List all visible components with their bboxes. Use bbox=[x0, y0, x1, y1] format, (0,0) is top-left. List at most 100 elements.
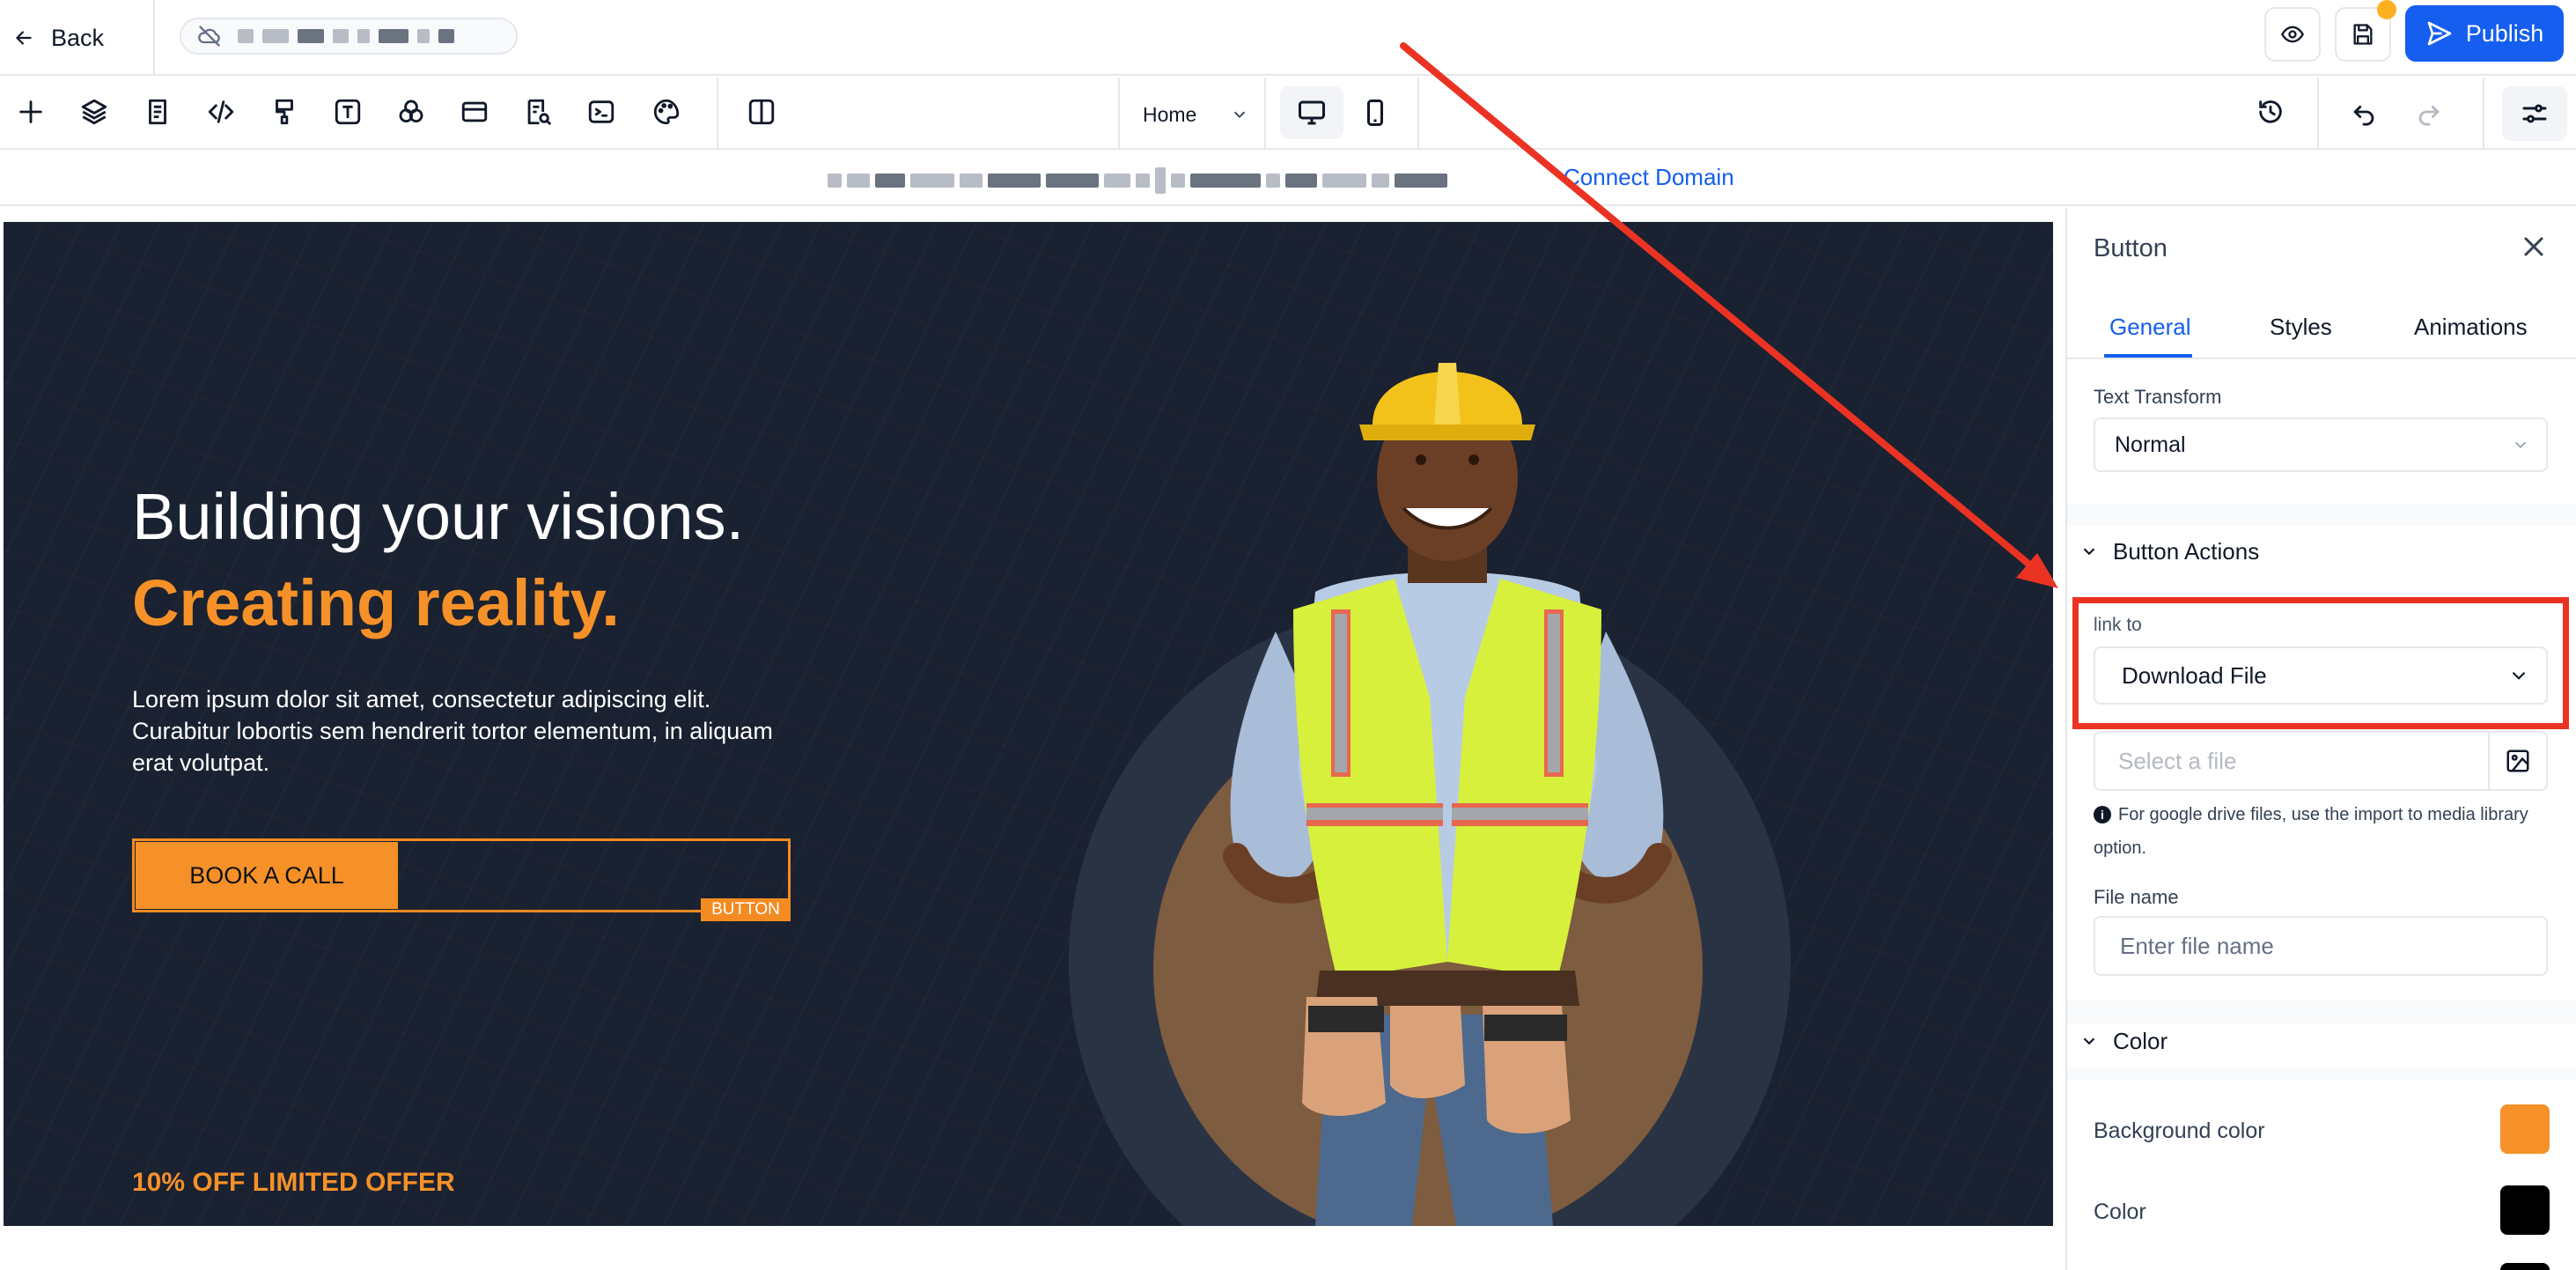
selected-element-tag: BUTTON bbox=[701, 898, 791, 921]
layers-icon bbox=[81, 99, 107, 125]
chevron-down-icon bbox=[2083, 548, 2095, 556]
desktop-view-button[interactable] bbox=[1280, 86, 1343, 139]
text-color-swatch[interactable] bbox=[2500, 1185, 2550, 1235]
shapes-button[interactable] bbox=[389, 90, 433, 134]
file-name-label: File name bbox=[2094, 886, 2179, 908]
split-view-button[interactable] bbox=[740, 90, 784, 134]
tab-styles[interactable]: Styles bbox=[2270, 314, 2332, 341]
terminal-icon bbox=[588, 100, 615, 123]
smartphone-icon bbox=[1367, 100, 1383, 126]
text-icon bbox=[335, 99, 361, 125]
text-button[interactable] bbox=[326, 90, 370, 134]
sliders-icon bbox=[2522, 104, 2547, 123]
close-icon[interactable] bbox=[2518, 231, 2550, 262]
redo-button[interactable] bbox=[2407, 90, 2451, 134]
undo-icon bbox=[2353, 105, 2374, 126]
redacted-site-name bbox=[238, 29, 454, 43]
chevron-down-icon bbox=[1234, 111, 1246, 119]
palette-icon bbox=[653, 99, 680, 125]
divider bbox=[2317, 78, 2319, 150]
info-icon: i bbox=[2094, 806, 2111, 823]
text-transform-label: Text Transform bbox=[2094, 386, 2222, 408]
chevron-down-icon bbox=[2083, 1037, 2095, 1045]
section-button[interactable] bbox=[453, 90, 497, 134]
divider bbox=[1264, 78, 1266, 150]
divider bbox=[717, 78, 718, 150]
settings-toggle-button[interactable] bbox=[2502, 86, 2567, 141]
media-picker-button[interactable] bbox=[2488, 731, 2548, 791]
eye-icon bbox=[2281, 26, 2304, 43]
site-name-pill[interactable] bbox=[180, 18, 518, 55]
section-separator bbox=[2067, 1000, 2576, 1023]
section-icon bbox=[461, 101, 488, 122]
send-icon bbox=[2427, 21, 2452, 46]
layers-button[interactable] bbox=[72, 90, 116, 134]
button-actions-header[interactable]: Button Actions bbox=[2079, 534, 2259, 569]
page-selector-label: Home bbox=[1143, 102, 1197, 126]
publish-label: Publish bbox=[2465, 19, 2544, 47]
color-swatch-partial[interactable] bbox=[2500, 1263, 2550, 1270]
color-heading: Color bbox=[2113, 1027, 2168, 1054]
divider bbox=[1417, 78, 1419, 150]
file-name-input[interactable]: Enter file name bbox=[2094, 916, 2548, 976]
history-button[interactable] bbox=[2248, 90, 2293, 134]
seo-icon bbox=[527, 99, 552, 126]
paint-brush-icon bbox=[276, 99, 293, 125]
terminal-button[interactable] bbox=[579, 90, 623, 134]
tab-general[interactable]: General bbox=[2109, 314, 2191, 341]
background-color-swatch[interactable] bbox=[2500, 1104, 2550, 1154]
color-section-header[interactable]: Color bbox=[2079, 1023, 2168, 1059]
shapes-icon bbox=[399, 100, 423, 123]
section-separator bbox=[2067, 1067, 2576, 1080]
page-selector[interactable]: Home bbox=[1143, 97, 1249, 132]
undo-button[interactable] bbox=[2342, 90, 2386, 134]
cloud-off-icon bbox=[198, 26, 220, 47]
text-color-label: Color bbox=[2094, 1200, 2146, 1224]
save-icon bbox=[2353, 24, 2373, 45]
offer-text: 10% OFF LIMITED OFFER bbox=[132, 1168, 455, 1197]
google-drive-hint-text: For google drive files, use the import t… bbox=[2094, 805, 2528, 858]
paint-button[interactable] bbox=[262, 90, 306, 134]
publish-button[interactable]: Publish bbox=[2405, 5, 2564, 62]
redacted-site-url bbox=[828, 167, 1447, 194]
construction-worker-image bbox=[1223, 363, 1672, 1226]
image-icon bbox=[2506, 749, 2529, 772]
select-file-input[interactable]: Select a file bbox=[2094, 731, 2488, 791]
code-button[interactable] bbox=[199, 90, 243, 134]
google-drive-hint: i For google drive files, use the import … bbox=[2094, 798, 2551, 865]
background-color-label: Background color bbox=[2094, 1119, 2265, 1143]
redo-icon bbox=[2418, 105, 2440, 126]
button-actions-heading: Button Actions bbox=[2113, 537, 2260, 565]
preview-button[interactable] bbox=[2264, 7, 2321, 62]
mobile-view-button[interactable] bbox=[1347, 86, 1403, 139]
chevron-down-icon bbox=[2514, 441, 2527, 449]
hero-description: Lorem ipsum dolor sit amet, consectetur … bbox=[132, 686, 773, 776]
divider bbox=[2483, 78, 2484, 150]
tab-animations[interactable]: Animations bbox=[2414, 314, 2528, 341]
section-separator bbox=[2067, 504, 2576, 527]
back-button[interactable]: Back bbox=[12, 16, 104, 60]
arrow-left-icon bbox=[16, 31, 32, 45]
hero-section[interactable]: Building your visions. Creating reality.… bbox=[4, 222, 2053, 1226]
plus-icon bbox=[19, 100, 42, 123]
text-transform-select[interactable]: Normal bbox=[2094, 417, 2548, 472]
seo-button[interactable] bbox=[516, 90, 560, 134]
document-icon bbox=[149, 99, 166, 125]
back-label: Back bbox=[51, 24, 105, 51]
code-icon bbox=[208, 100, 234, 123]
pages-button[interactable] bbox=[136, 90, 180, 134]
monitor-icon bbox=[1299, 100, 1325, 125]
panel-title: Button bbox=[2094, 234, 2168, 262]
active-tab-indicator bbox=[2104, 354, 2192, 358]
divider bbox=[1118, 78, 1120, 150]
split-view-icon bbox=[748, 99, 775, 125]
theme-button[interactable] bbox=[644, 90, 688, 134]
book-a-call-button[interactable]: BOOK A CALL bbox=[136, 842, 398, 909]
hero-title-line-2: Creating reality. bbox=[132, 566, 620, 639]
add-element-button[interactable] bbox=[9, 90, 53, 134]
annotation-highlight-box bbox=[2072, 597, 2569, 729]
hero-title-line-1: Building your visions. bbox=[132, 480, 745, 553]
history-icon bbox=[2259, 100, 2282, 123]
connect-domain-link[interactable]: Connect Domain bbox=[1564, 164, 1734, 191]
unsaved-indicator bbox=[2377, 0, 2396, 19]
